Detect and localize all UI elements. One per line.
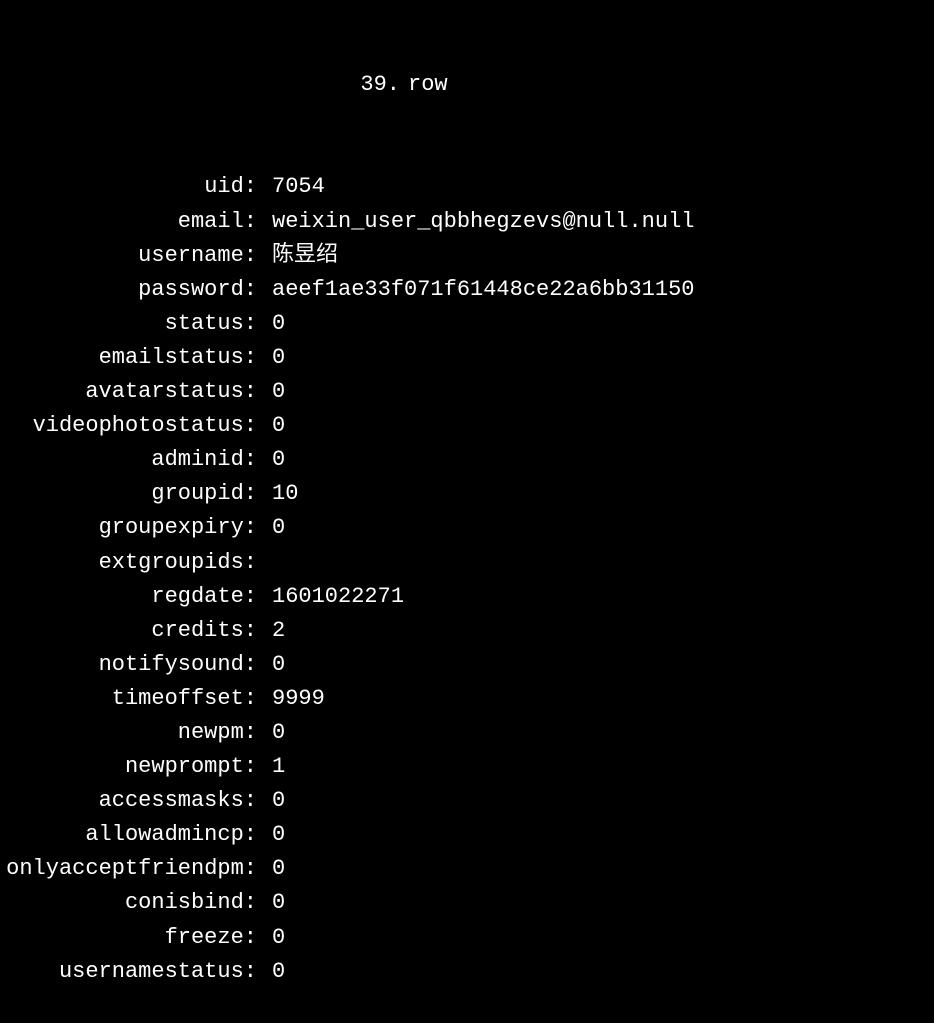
field-value: 2 [257,614,285,648]
field-value: 0 [257,716,285,750]
field-row: emailstatus:0 [0,341,934,375]
field-value: 1601022271 [257,580,404,614]
field-row: status:0 [0,307,934,341]
field-label: status: [0,307,257,341]
field-row: username:陈昱绍 [0,239,934,273]
field-row: groupid:10 [0,477,934,511]
field-value: 0 [257,511,285,545]
field-label: username: [0,239,257,273]
field-label: conisbind: [0,886,257,920]
field-label: accessmasks: [0,784,257,818]
field-value: 7054 [257,170,325,204]
field-label: regdate: [0,580,257,614]
field-row: adminid:0 [0,443,934,477]
row-label: row [400,68,448,102]
field-row: notifysound:0 [0,648,934,682]
field-value: 0 [257,818,285,852]
field-label: notifysound: [0,648,257,682]
field-label: avatarstatus: [0,375,257,409]
field-value: 陈昱绍 [257,239,338,273]
field-row: videophotostatus:0 [0,409,934,443]
field-value [257,546,272,580]
field-row: credits:2 [0,614,934,648]
field-label: allowadmincp: [0,818,257,852]
field-label: onlyacceptfriendpm: [0,852,257,886]
field-row: email:weixin_user_qbbhegzevs@null.null [0,205,934,239]
field-label: groupid: [0,477,257,511]
field-value: 0 [257,409,285,443]
field-row: usernamestatus:0 [0,955,934,989]
fields-list: uid:7054email:weixin_user_qbbhegzevs@nul… [0,170,934,988]
field-row: newpm:0 [0,716,934,750]
row-number: 39. [0,68,400,102]
field-row: allowadmincp:0 [0,818,934,852]
terminal-output: 39. row uid:7054email:weixin_user_qbbheg… [0,0,934,1023]
field-row: uid:7054 [0,170,934,204]
field-value: 0 [257,375,285,409]
field-label: email: [0,205,257,239]
field-value: aeef1ae33f071f61448ce22a6bb31150 [257,273,694,307]
field-row: groupexpiry:0 [0,511,934,545]
field-label: usernamestatus: [0,955,257,989]
field-value: 0 [257,341,285,375]
field-row: extgroupids: [0,546,934,580]
field-label: groupexpiry: [0,511,257,545]
field-value: 0 [257,443,285,477]
field-value: 0 [257,886,285,920]
field-label: adminid: [0,443,257,477]
field-row: conisbind:0 [0,886,934,920]
field-value: 0 [257,852,285,886]
field-row: newprompt:1 [0,750,934,784]
field-label: credits: [0,614,257,648]
field-row: timeoffset:9999 [0,682,934,716]
field-value: 0 [257,784,285,818]
field-value: 9999 [257,682,325,716]
field-label: newpm: [0,716,257,750]
field-value: 0 [257,307,285,341]
field-row: onlyacceptfriendpm:0 [0,852,934,886]
field-value: 0 [257,955,285,989]
field-value: 0 [257,921,285,955]
field-label: freeze: [0,921,257,955]
field-label: password: [0,273,257,307]
field-row: avatarstatus:0 [0,375,934,409]
field-value: weixin_user_qbbhegzevs@null.null [257,205,694,239]
field-label: timeoffset: [0,682,257,716]
field-label: videophotostatus: [0,409,257,443]
field-row: regdate:1601022271 [0,580,934,614]
field-label: emailstatus: [0,341,257,375]
field-value: 1 [257,750,285,784]
field-label: uid: [0,170,257,204]
field-value: 10 [257,477,298,511]
field-label: extgroupids: [0,546,257,580]
field-label: newprompt: [0,750,257,784]
field-value: 0 [257,648,285,682]
field-row: password:aeef1ae33f071f61448ce22a6bb3115… [0,273,934,307]
field-row: freeze:0 [0,921,934,955]
field-row: accessmasks:0 [0,784,934,818]
row-header: 39. row [0,68,934,102]
